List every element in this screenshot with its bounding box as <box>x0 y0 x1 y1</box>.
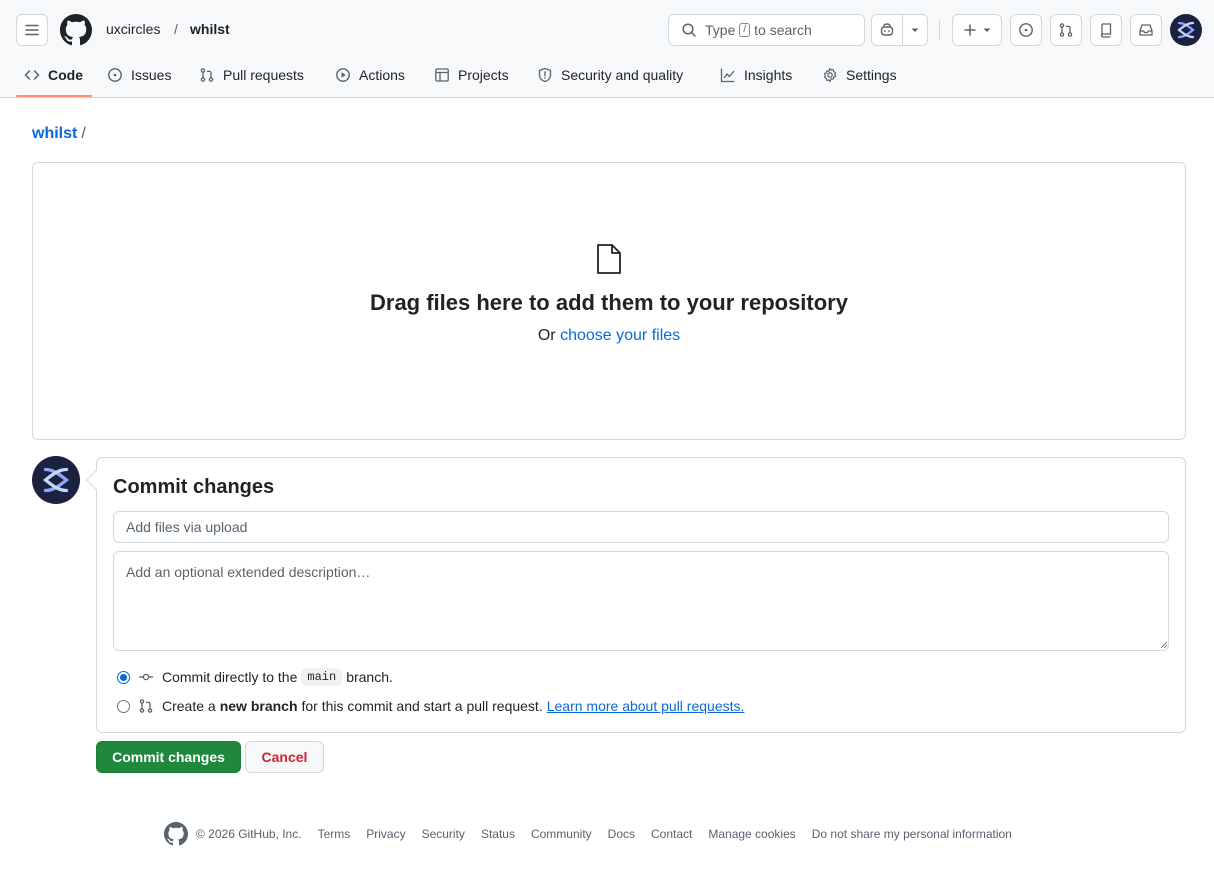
commit-direct-suffix: branch. <box>346 669 393 685</box>
tab-label: Code <box>48 67 83 83</box>
search-suffix: to search <box>754 22 812 38</box>
github-logo-icon[interactable] <box>60 14 92 46</box>
footer-link-status[interactable]: Status <box>481 827 515 841</box>
tab-label: Pull requests <box>223 67 304 83</box>
plus-icon <box>964 24 976 36</box>
commit-description-input[interactable] <box>113 551 1169 651</box>
triangle-down-icon <box>983 28 991 32</box>
issue-opened-icon <box>108 68 122 82</box>
file-path-breadcrumb: whilst / <box>32 125 86 143</box>
shield-icon <box>538 67 552 83</box>
tab-actions[interactable]: Actions <box>335 62 405 88</box>
repo-link[interactable]: whilst <box>190 21 230 37</box>
file-icon <box>595 243 623 278</box>
tab-security-and-quality[interactable]: Security and quality <box>537 62 683 88</box>
play-icon <box>336 68 350 82</box>
new-branch-bold: new branch <box>219 698 298 714</box>
footer-link-privacy[interactable]: Privacy <box>366 827 405 841</box>
tab-pull-requests[interactable]: Pull requests <box>199 62 304 88</box>
git-pull-request-icon <box>139 699 153 713</box>
new-branch-suffix: for this commit and start a pull request… <box>301 698 543 714</box>
search-shortcut-key: / <box>739 23 751 37</box>
repositories-button[interactable] <box>1090 14 1122 46</box>
avatar-logo-icon <box>1177 21 1195 39</box>
commit-direct-radio[interactable] <box>117 670 130 684</box>
tab-settings[interactable]: Settings <box>822 62 897 88</box>
repo-icon <box>1100 23 1112 38</box>
copilot-button[interactable] <box>872 15 903 45</box>
table-icon <box>435 68 449 82</box>
issue-opened-icon <box>1019 23 1033 37</box>
footer-link-security[interactable]: Security <box>422 827 465 841</box>
create-new-button[interactable] <box>952 14 1002 46</box>
github-logo-icon[interactable] <box>164 822 188 846</box>
resize-grip-icon[interactable] <box>1158 639 1168 649</box>
git-pull-request-icon <box>200 68 214 82</box>
tab-label: Settings <box>846 67 897 83</box>
choose-files-link[interactable]: choose your files <box>560 327 680 344</box>
footer-link-docs[interactable]: Docs <box>608 827 635 841</box>
triangle-down-icon <box>911 28 919 32</box>
tab-issues[interactable]: Issues <box>107 62 171 88</box>
tab-projects[interactable]: Projects <box>434 62 509 88</box>
drop-zone-or-text: Or <box>537 327 556 344</box>
global-menu-button[interactable] <box>16 14 48 46</box>
header-divider <box>939 20 940 40</box>
cancel-button[interactable]: Cancel <box>245 741 324 773</box>
active-tab-indicator <box>16 95 92 97</box>
tab-insights[interactable]: Insights <box>720 62 792 88</box>
commit-new-branch-option[interactable]: Create a new branch for this commit and … <box>117 696 744 716</box>
your-pull-requests-button[interactable] <box>1050 14 1082 46</box>
drop-zone-title: Drag files here to add them to your repo… <box>370 290 848 315</box>
tab-label: Actions <box>359 67 405 83</box>
search-prefix: Type <box>705 22 736 38</box>
copilot-icon <box>880 23 894 36</box>
site-footer: © 2026 GitHub, Inc. Terms Privacy Securi… <box>164 822 1028 846</box>
git-commit-icon <box>139 673 153 681</box>
your-issues-button[interactable] <box>1010 14 1042 46</box>
tab-code[interactable]: Code <box>24 62 83 88</box>
owner-link[interactable]: uxcircles <box>106 21 160 37</box>
user-avatar[interactable] <box>1170 14 1202 46</box>
commit-summary-input[interactable] <box>113 511 1169 543</box>
footer-link-contact[interactable]: Contact <box>651 827 692 841</box>
gear-icon <box>823 67 837 83</box>
footer-link-community[interactable]: Community <box>531 827 592 841</box>
tab-label: Security and quality <box>561 67 684 83</box>
footer-link-terms[interactable]: Terms <box>318 827 351 841</box>
avatar-logo-icon <box>42 467 70 493</box>
new-branch-prefix: Create a <box>162 698 216 714</box>
committer-avatar <box>32 456 80 504</box>
footer-link-do-not-share[interactable]: Do not share my personal information <box>812 827 1012 841</box>
notifications-button[interactable] <box>1130 14 1162 46</box>
tab-label: Issues <box>131 67 172 83</box>
learn-more-pull-requests-link[interactable]: Learn more about pull requests. <box>547 698 745 714</box>
path-separator: / <box>81 125 86 142</box>
global-header: uxcircles / whilst Type / to search Code <box>0 0 1214 98</box>
graph-icon <box>720 68 735 83</box>
search-icon <box>682 23 696 37</box>
path-repo-link[interactable]: whilst <box>32 125 77 142</box>
hamburger-icon <box>25 24 39 36</box>
tab-label: Insights <box>744 67 793 83</box>
commit-direct-option[interactable]: Commit directly to the main branch. <box>117 667 393 687</box>
branch-name-chip: main <box>301 668 343 686</box>
commit-changes-button[interactable]: Commit changes <box>96 741 241 773</box>
commit-direct-prefix: Commit directly to the <box>162 669 298 685</box>
tab-label: Projects <box>458 67 509 83</box>
drop-zone-subtitle: Or choose your files <box>0 327 1214 345</box>
search-input[interactable]: Type / to search <box>668 14 865 46</box>
footer-copyright: © 2026 GitHub, Inc. <box>196 827 302 841</box>
commit-title: Commit changes <box>113 476 275 498</box>
commit-new-branch-radio[interactable] <box>117 699 130 713</box>
breadcrumb-separator: / <box>174 21 178 37</box>
footer-link-manage-cookies[interactable]: Manage cookies <box>708 827 795 841</box>
git-pull-request-icon <box>1059 23 1073 37</box>
inbox-icon <box>1139 24 1153 36</box>
code-icon <box>24 70 40 80</box>
copilot-button-group <box>871 14 928 46</box>
copilot-dropdown-button[interactable] <box>903 15 927 45</box>
